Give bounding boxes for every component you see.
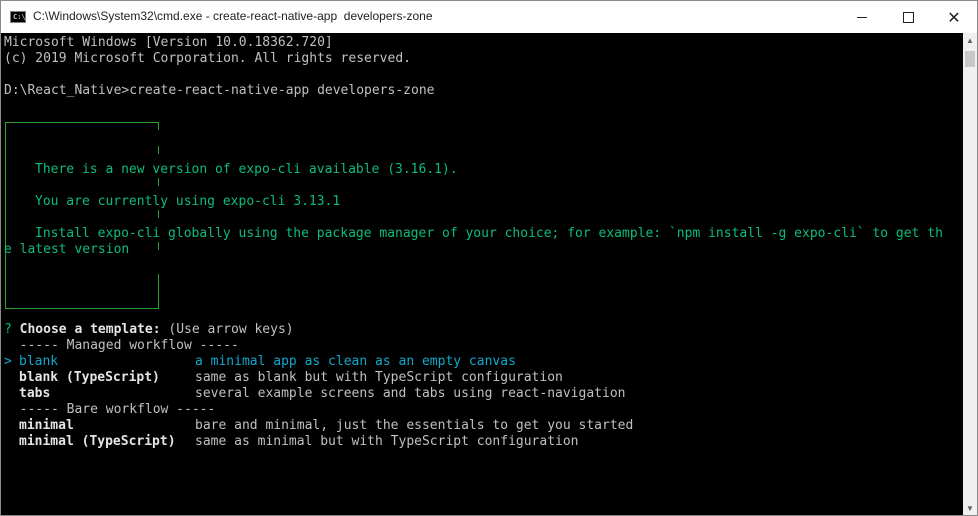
template-option-tabs-description: several example screens and tabs using r… — [195, 386, 626, 401]
bare-workflow-header: ----- Bare workflow ----- — [4, 402, 216, 417]
header-version-line: Microsoft Windows [Version 10.0.18362.72… — [4, 35, 333, 50]
maximize-icon — [902, 11, 914, 23]
cmd-window: C:\ C:\Windows\System32\cmd.exe - create… — [0, 0, 978, 516]
notice-box-right-seg — [158, 178, 159, 186]
close-icon: ✕ — [947, 7, 961, 27]
template-option-blank-typescript-description: same as blank but with TypeScript config… — [195, 370, 563, 385]
notice-current-version: You are currently using expo-cli 3.13.1 — [35, 194, 341, 209]
cmd-icon-text: C:\ — [13, 13, 26, 21]
console-output[interactable]: Microsoft Windows [Version 10.0.18362.72… — [1, 33, 963, 515]
question-text: Choose a template: — [19, 322, 161, 337]
template-option-minimal-typescript[interactable]: minimal (TypeScript) — [19, 434, 176, 450]
notice-install-instructions-wrap: e latest version — [4, 242, 130, 257]
question-hint: (Use arrow keys) — [160, 322, 294, 337]
question-mark: ? — [4, 322, 12, 337]
scrollbar-thumb[interactable] — [965, 51, 975, 67]
template-option-blank-description: a minimal app as clean as an empty canva… — [195, 354, 516, 369]
minimize-icon — [857, 16, 867, 18]
vertical-scrollbar[interactable]: ▲ ▼ — [963, 33, 977, 515]
notice-box-right-seg — [158, 274, 159, 308]
window-title: C:\Windows\System32\cmd.exe - create-rea… — [33, 9, 433, 23]
scroll-down-icon[interactable]: ▼ — [963, 501, 977, 515]
cmd-icon[interactable]: C:\ — [10, 11, 26, 23]
maximize-button[interactable] — [885, 1, 931, 33]
template-option-minimal[interactable]: minimal — [19, 418, 74, 434]
notice-box-top — [5, 122, 159, 123]
close-button[interactable]: ✕ — [931, 1, 977, 33]
template-option-minimal-typescript-description: same as minimal but with TypeScript conf… — [195, 434, 579, 449]
managed-workflow-header: ----- Managed workflow ----- — [4, 338, 239, 353]
selection-pointer: > — [4, 354, 12, 369]
header-copyright-line: (c) 2019 Microsoft Corporation. All righ… — [4, 51, 411, 66]
notice-install-instructions: Install expo-cli globally using the pack… — [35, 226, 943, 241]
title-bar[interactable]: C:\ C:\Windows\System32\cmd.exe - create… — [1, 1, 977, 33]
template-option-minimal-description: bare and minimal, just the essentials to… — [195, 418, 634, 433]
notice-box-left — [5, 122, 6, 309]
notice-box-right-seg — [158, 122, 159, 130]
command-prompt-line: D:\React_Native>create-react-native-app … — [4, 83, 435, 98]
template-option-blank[interactable]: blank — [19, 354, 58, 370]
template-question-line: ? Choose a template: (Use arrow keys) — [4, 322, 294, 338]
notice-box-right-seg — [158, 146, 159, 154]
template-option-blank-typescript[interactable]: blank (TypeScript) — [19, 370, 160, 386]
scroll-up-icon[interactable]: ▲ — [963, 33, 977, 47]
notice-box-right-seg — [158, 210, 159, 218]
notice-new-version: There is a new version of expo-cli avail… — [35, 162, 458, 177]
notice-box-right-seg — [158, 242, 159, 250]
minimize-button[interactable] — [839, 1, 885, 33]
template-option-tabs[interactable]: tabs — [19, 386, 50, 402]
notice-box-bottom — [5, 308, 159, 309]
